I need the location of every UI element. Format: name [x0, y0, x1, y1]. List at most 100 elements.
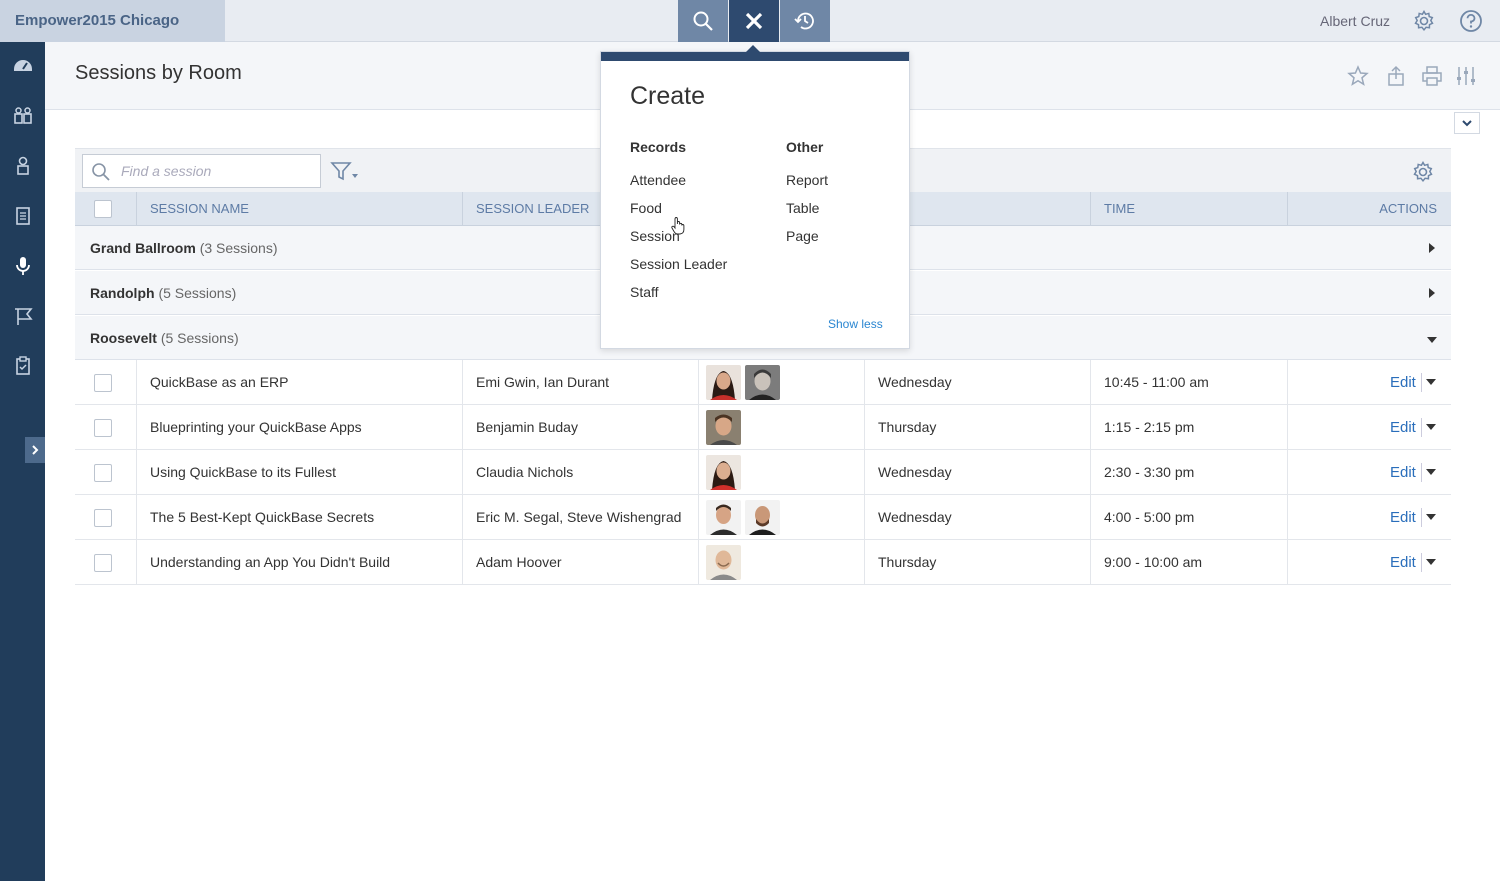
session-name-cell[interactable]: Using QuickBase to its Fullest: [136, 450, 463, 494]
create-attendee-link[interactable]: Attendee: [630, 172, 686, 188]
records-heading: Records: [630, 139, 687, 155]
divider: [1421, 553, 1422, 572]
history-button[interactable]: [780, 0, 830, 42]
help-button[interactable]: [1458, 8, 1484, 34]
edit-link[interactable]: Edit: [1390, 509, 1416, 526]
time-cell: 1:15 - 2:15 pm: [1090, 405, 1288, 449]
create-staff-link[interactable]: Staff: [630, 284, 659, 300]
sidebar-item-tasks[interactable]: [11, 354, 35, 378]
dashboard-icon: [14, 60, 32, 71]
gear-icon: [1413, 160, 1433, 182]
row-actions-caret-icon[interactable]: [1426, 469, 1436, 475]
avatar: [706, 545, 741, 580]
photo-cell: [698, 450, 865, 494]
sidebar-item-attendees[interactable]: [11, 104, 35, 128]
person-icon: [17, 156, 29, 175]
search-button[interactable]: [678, 0, 728, 42]
session-name-cell[interactable]: QuickBase as an ERP: [136, 360, 463, 404]
caret-right-icon[interactable]: [1427, 242, 1437, 254]
group-name: Randolph: [90, 285, 155, 301]
close-create-button[interactable]: [729, 0, 779, 42]
popup-pointer: [746, 45, 760, 52]
star-icon: [1347, 65, 1369, 86]
session-name-cell[interactable]: The 5 Best-Kept QuickBase Secrets: [136, 495, 463, 539]
day-cell: Thursday: [864, 540, 1091, 584]
create-page-link[interactable]: Page: [786, 228, 819, 244]
edit-link[interactable]: Edit: [1390, 464, 1416, 481]
group-count: (5 Sessions): [158, 285, 237, 301]
sidebar-item-documents[interactable]: [11, 204, 35, 228]
edit-link[interactable]: Edit: [1390, 554, 1416, 571]
collapse-header-button[interactable]: [1454, 112, 1480, 134]
session-leader-cell: Emi Gwin, Ian Durant: [462, 360, 699, 404]
photo-cell: [698, 360, 865, 404]
search-icon: [693, 11, 713, 31]
session-leader-cell: Benjamin Buday: [462, 405, 699, 449]
avatar: [745, 500, 780, 535]
avatar: [706, 365, 741, 400]
create-table-link[interactable]: Table: [786, 200, 819, 216]
divider: [1421, 373, 1422, 392]
day-cell: Wednesday: [864, 495, 1091, 539]
edit-link[interactable]: Edit: [1390, 419, 1416, 436]
table-row: Using QuickBase to its Fullest Claudia N…: [75, 450, 1451, 495]
row-actions-caret-icon[interactable]: [1426, 379, 1436, 385]
settings-button[interactable]: [1411, 8, 1437, 34]
show-less-link[interactable]: Show less: [828, 317, 883, 331]
column-header-session-name[interactable]: SESSION NAME: [136, 192, 463, 226]
user-name[interactable]: Albert Cruz: [1320, 0, 1390, 42]
time-cell: 9:00 - 10:00 am: [1090, 540, 1288, 584]
avatar: [706, 410, 741, 445]
document-icon: [16, 207, 30, 225]
microphone-icon: [16, 257, 30, 275]
edit-link[interactable]: Edit: [1390, 374, 1416, 391]
table-settings-button[interactable]: [1412, 160, 1436, 185]
sidebar: [0, 42, 45, 881]
sidebar-item-people[interactable]: [11, 154, 35, 178]
row-actions-caret-icon[interactable]: [1426, 559, 1436, 565]
column-header-actions: ACTIONS: [1287, 192, 1451, 226]
column-header-time[interactable]: TIME: [1090, 192, 1288, 226]
create-report-link[interactable]: Report: [786, 172, 828, 188]
row-checkbox[interactable]: [94, 419, 112, 437]
search-input[interactable]: [121, 161, 311, 181]
divider: [1421, 418, 1422, 437]
caret-right-icon[interactable]: [1427, 287, 1437, 299]
sliders-icon: [1457, 67, 1475, 85]
help-icon: [1460, 10, 1482, 32]
sidebar-item-dashboard[interactable]: [11, 54, 35, 78]
favorite-button[interactable]: [1346, 64, 1370, 88]
session-name-cell[interactable]: Understanding an App You Didn't Build: [136, 540, 463, 584]
share-button[interactable]: [1384, 64, 1408, 88]
group-name: Roosevelt: [90, 330, 157, 346]
row-checkbox[interactable]: [94, 374, 112, 392]
sidebar-item-flags[interactable]: [11, 304, 35, 328]
row-checkbox[interactable]: [94, 509, 112, 527]
session-name-cell[interactable]: Blueprinting your QuickBase Apps: [136, 405, 463, 449]
time-cell: 4:00 - 5:00 pm: [1090, 495, 1288, 539]
app-name[interactable]: Empower2015 Chicago: [0, 0, 225, 42]
session-search[interactable]: [82, 154, 321, 188]
create-food-link[interactable]: Food: [630, 200, 662, 216]
row-checkbox[interactable]: [94, 554, 112, 572]
popup-header-bar: [601, 52, 909, 61]
create-session-leader-link[interactable]: Session Leader: [630, 256, 727, 272]
sidebar-expand-button[interactable]: [25, 437, 45, 463]
row-actions-caret-icon[interactable]: [1426, 424, 1436, 430]
day-cell: Wednesday: [864, 450, 1091, 494]
customize-button[interactable]: [1454, 64, 1478, 88]
gear-icon: [1414, 10, 1434, 31]
hand-cursor-icon: [671, 217, 685, 235]
print-button[interactable]: [1420, 64, 1444, 88]
row-actions-caret-icon[interactable]: [1426, 514, 1436, 520]
photo-cell: [698, 540, 865, 584]
chevron-down-icon: [1462, 120, 1472, 127]
chevron-right-icon: [32, 445, 39, 455]
select-all-checkbox[interactable]: [94, 200, 112, 218]
filter-button[interactable]: [330, 161, 360, 183]
sidebar-item-sessions[interactable]: [11, 254, 35, 278]
photo-cell: [698, 495, 865, 539]
time-cell: 10:45 - 11:00 am: [1090, 360, 1288, 404]
caret-down-icon[interactable]: [1426, 335, 1438, 345]
row-checkbox[interactable]: [94, 464, 112, 482]
